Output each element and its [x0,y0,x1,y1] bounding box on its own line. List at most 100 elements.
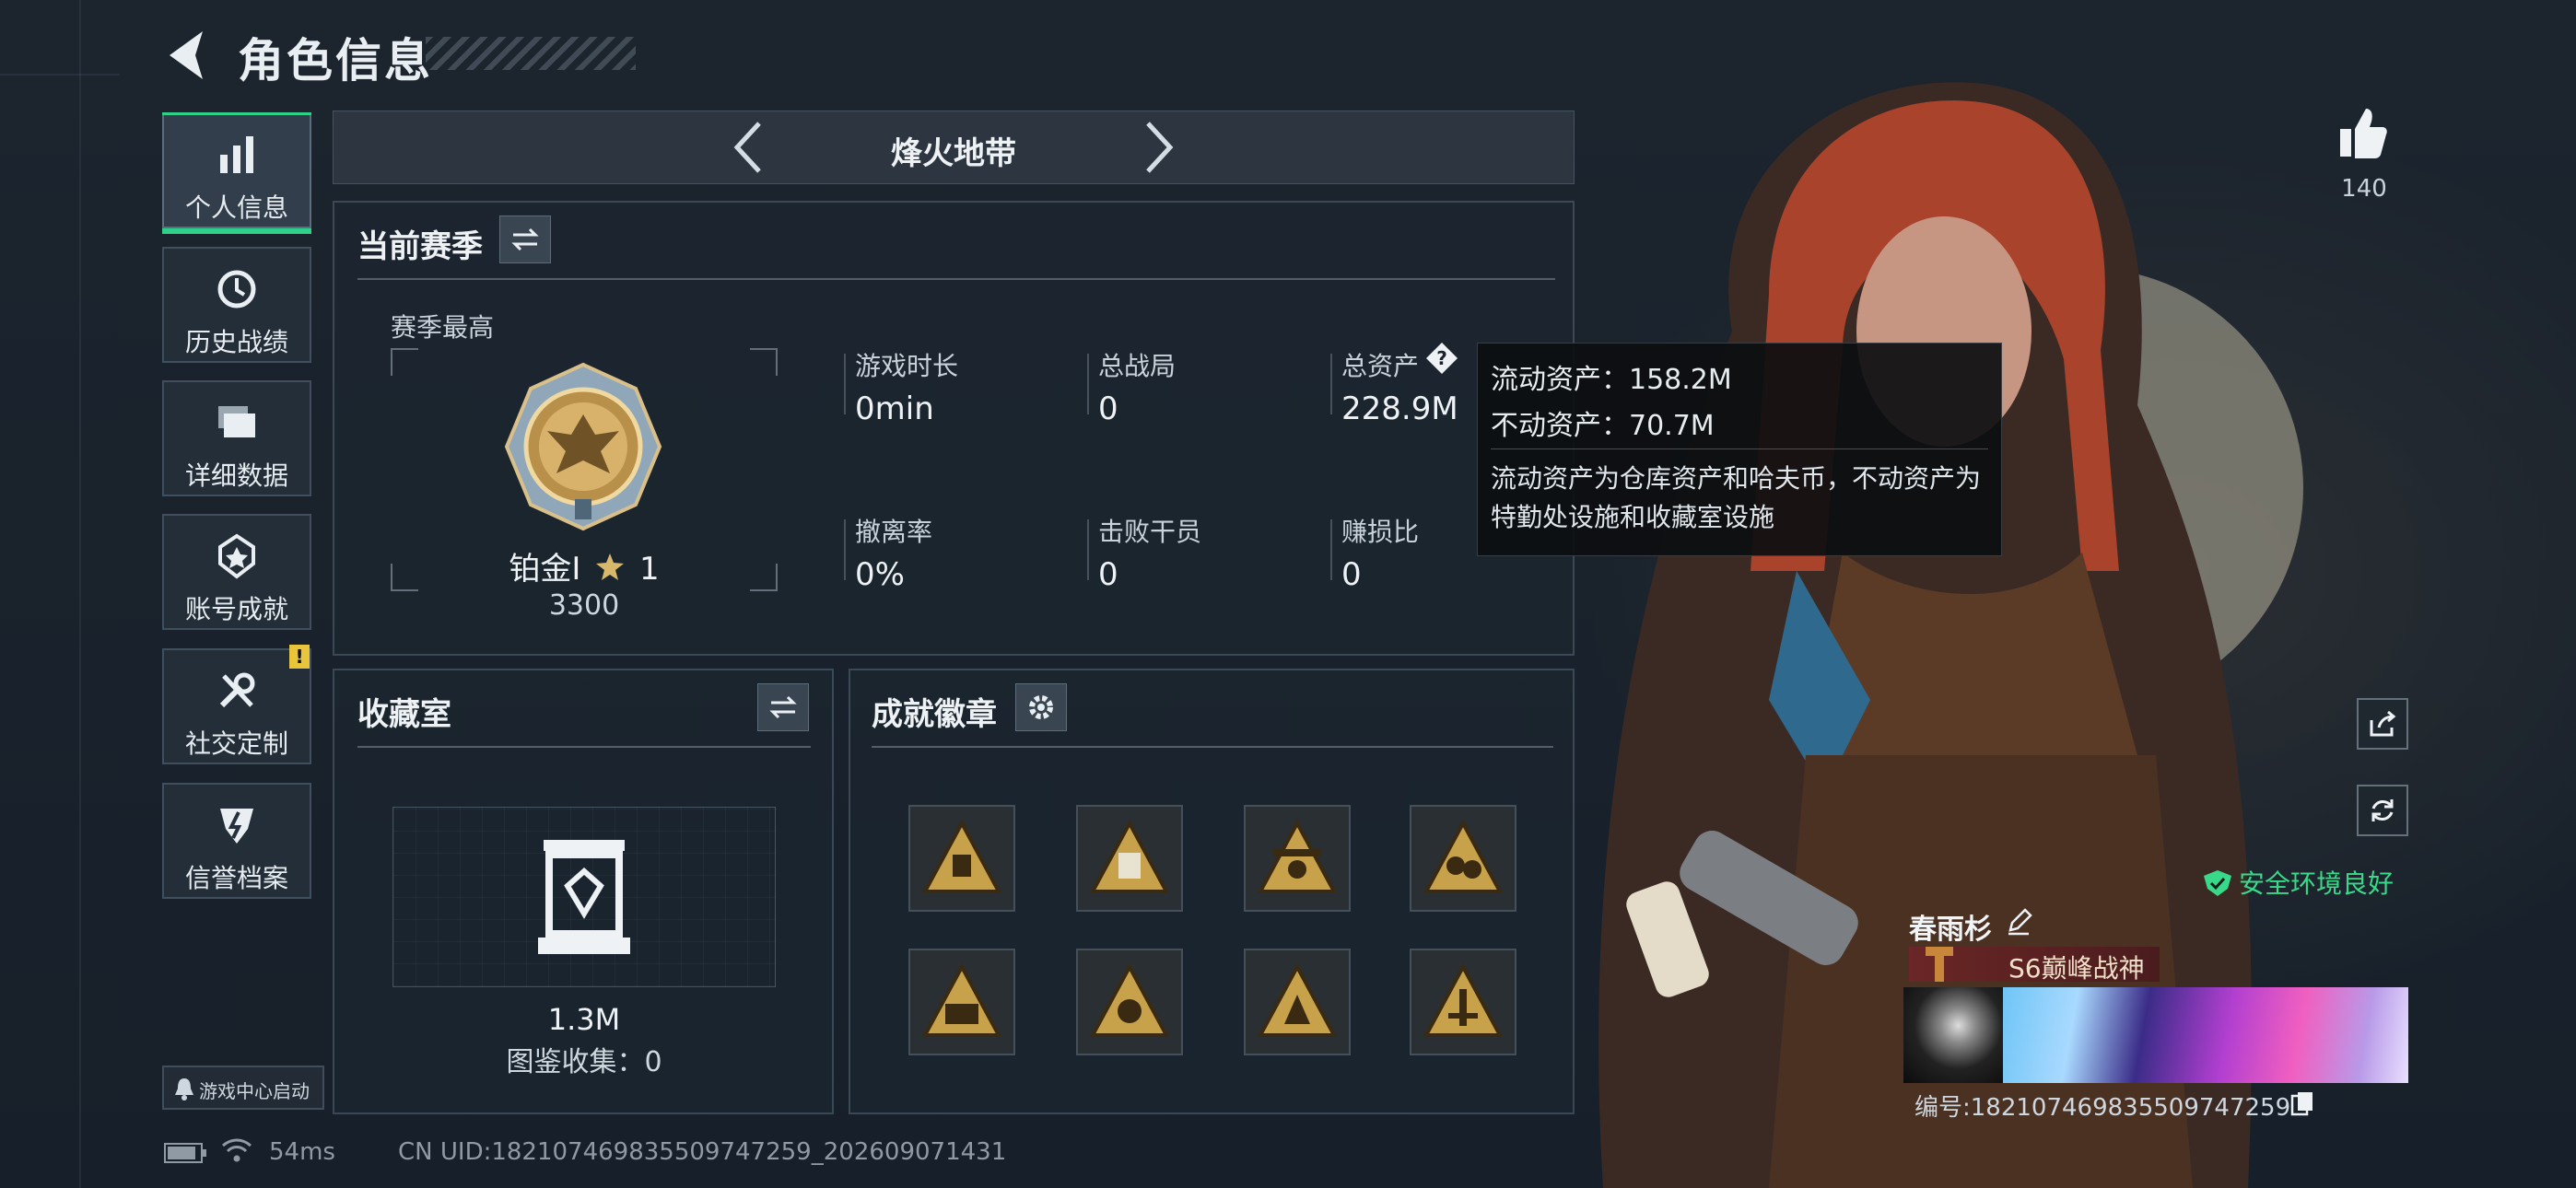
operators-defeated-label: 击败干员 [1098,517,1202,547]
network-latency: 54ms [269,1138,335,1166]
share-icon [2370,710,2396,737]
fixed-assets: 不动资产：70.7M [1491,410,1715,442]
achievement-badge[interactable] [1244,949,1351,1055]
total-matches-value: 0 [1098,390,1118,427]
achievement-badge[interactable] [908,805,1015,912]
bell-icon [175,1078,193,1101]
switch-season-button[interactable] [499,215,551,263]
profit-ratio-value: 0 [1341,556,1362,593]
sidebar-item-label: 历史战绩 [184,327,288,357]
sidebar-item-label: 社交定制 [184,728,288,759]
svg-text:?: ? [1436,347,1447,369]
triangle-badge-icon [921,962,1002,1037]
history-icon [217,270,256,309]
sidebar-item-label: 个人信息 [184,192,288,223]
season-best-label: 赛季最高 [391,312,495,343]
swap-icon [511,227,539,251]
stat-separator [1087,519,1089,580]
achievement-badges-title: 成就徽章 [872,696,997,733]
player-title: S6巅峰战神 [2008,953,2145,984]
bg-grid-line [79,0,81,1188]
platinum-rank-medal-icon [504,362,662,531]
collection-title: 收藏室 [357,696,451,733]
player-id: 编号:182107469835509747259 [1914,1094,2291,1122]
achievement-badge[interactable] [1410,805,1516,912]
avatar[interactable] [1903,987,2003,1083]
stat-separator [844,519,846,580]
rank-name: 铂金I [509,551,581,588]
achievement-icon [218,533,255,579]
title-decoration [426,37,636,70]
divider [357,278,1555,280]
account-uid: CN UID:182107469835509747259_20260907143… [398,1138,1007,1166]
play-time-label: 游戏时长 [855,351,959,381]
switch-collection-button[interactable] [757,683,809,731]
refresh-button[interactable] [2357,785,2408,836]
play-time-value: 0min [855,390,934,427]
stack-icon [218,406,255,437]
current-season-title: 当前赛季 [357,228,483,265]
sidebar-item-label: 详细数据 [184,460,288,491]
triangle-badge-icon [1423,962,1504,1037]
achievement-badge[interactable] [1076,805,1183,912]
asset-note: 流动资产为仓库资产和哈夫币，不动资产为特勤处设施和收藏室设施 [1491,463,1982,532]
stat-separator [844,354,846,414]
gear-icon [1029,695,1053,719]
badge-settings-button[interactable] [1015,683,1067,731]
game-center-launch-button[interactable]: 游戏中心启动 [162,1066,324,1110]
sidebar-item-label: 信誉档案 [184,863,288,893]
credit-icon [220,809,253,844]
stat-separator [1330,354,1332,414]
achievement-badge[interactable] [1244,805,1351,912]
bg-grid-line [0,74,120,76]
like-count: 140 [2341,175,2387,203]
chevron-right-icon[interactable] [1139,118,1179,177]
total-assets-value: 228.9M [1341,390,1458,427]
star-icon [596,553,625,580]
sidebar-item-credit[interactable]: 信誉档案 [162,783,311,899]
chevron-left-icon[interactable] [728,118,768,177]
wrench-icon [219,672,255,708]
operators-defeated-value: 0 [1098,556,1118,593]
profile-banner[interactable] [2003,987,2408,1083]
profit-ratio-label: 赚损比 [1341,517,1420,547]
collection-value: 1.3M [547,1002,621,1037]
thumbs-up-icon[interactable] [2336,105,2388,160]
achievement-badge[interactable] [1410,949,1516,1055]
achievement-badge[interactable] [908,949,1015,1055]
triangle-badge-icon [1257,962,1338,1037]
wifi-icon [222,1138,252,1162]
sidebar-item-history[interactable]: 历史战绩 [162,247,311,363]
frame-corner [391,348,418,376]
swap-icon [769,695,797,719]
zone-selector: 烽火地带 [333,111,1575,184]
page-title: 角色信息 [238,34,433,87]
game-center-label: 游戏中心启动 [199,1080,310,1102]
help-icon[interactable]: ? [1424,341,1459,376]
catalog-count: 图鉴收集：0 [506,1046,662,1078]
sidebar-item-achievements[interactable]: 账号成就 [162,514,311,630]
display-case-icon [538,840,630,954]
bar-chart-icon [220,136,253,173]
rank-star-count: 1 [639,551,660,588]
total-matches-label: 总战局 [1098,351,1177,381]
divider [872,746,1553,748]
triangle-badge-icon [1089,819,1170,893]
total-assets-label: 总资产 [1341,351,1420,381]
achievement-badge[interactable] [1076,949,1183,1055]
copy-icon[interactable] [2290,1090,2314,1116]
liquid-assets: 流动资产：158.2M [1491,364,1732,396]
triangle-badge-icon [1423,819,1504,893]
back-arrow-icon[interactable] [162,26,214,85]
sidebar-item-personal-info[interactable]: 个人信息 [162,112,311,234]
sidebar-item-details[interactable]: 详细数据 [162,380,311,496]
stat-separator [1087,354,1089,414]
stat-separator [1330,519,1332,580]
share-button[interactable] [2357,698,2408,750]
triangle-badge-icon [921,819,1002,893]
divider [1491,448,1988,449]
extraction-rate-label: 撤离率 [855,517,933,547]
edit-icon[interactable] [2005,908,2032,936]
title-emblem-icon [1926,947,1953,982]
shield-check-icon [2204,870,2231,896]
